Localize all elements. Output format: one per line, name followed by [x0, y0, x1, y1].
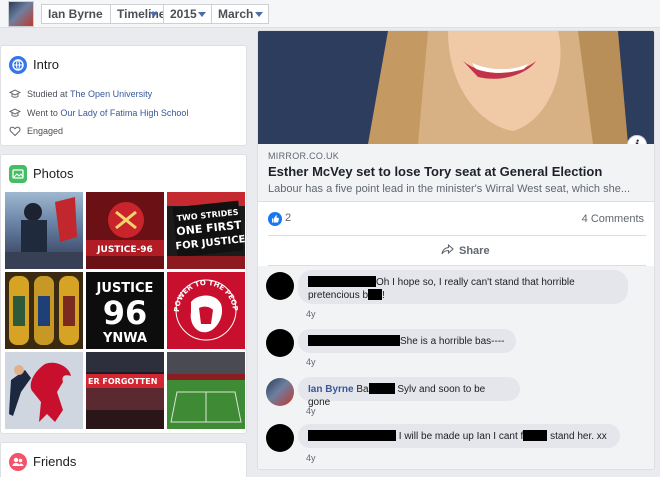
studied-prefix: Studied at — [27, 89, 68, 99]
comment-timestamp[interactable]: 4y — [306, 453, 316, 463]
avatar[interactable] — [266, 329, 294, 357]
link-description: Labour has a five point lead in the mini… — [268, 183, 631, 195]
redacted-name — [308, 335, 400, 346]
photo-tile[interactable]: JUSTICE 96 YNWA — [86, 272, 164, 349]
comment-timestamp[interactable]: 4y — [306, 309, 316, 319]
link-title[interactable]: Esther McVey set to lose Tory seat at Ge… — [268, 164, 602, 179]
month-dropdown[interactable]: March — [211, 4, 269, 24]
university-link[interactable]: The Open University — [70, 89, 152, 99]
photo-tile[interactable]: TWO STRIDES ONE FIRST FOR JUSTICE — [167, 192, 245, 269]
photo-tile[interactable] — [5, 192, 83, 269]
photos-card: Photos JUSTICE-96 TWO STRIDES ONE FIRST FO… — [0, 154, 247, 434]
profile-avatar[interactable] — [8, 1, 34, 27]
avatar[interactable] — [266, 272, 294, 300]
photos-icon — [9, 165, 27, 183]
redacted-name — [308, 430, 396, 441]
comment-text: She is a horrible bas---- — [400, 336, 505, 347]
went-prefix: Went to — [27, 108, 58, 118]
redacted-word — [368, 383, 395, 394]
friends-icon — [9, 453, 27, 471]
friends-card: Friends — [0, 442, 247, 477]
link-preview[interactable]: MIRROR.CO.UK Esther McVey set to lose To… — [258, 144, 654, 202]
shared-link-post: i MIRROR.CO.UK Esther McVey set to lose … — [257, 30, 655, 470]
intro-card: Intro Studied at The Open University Wen… — [0, 45, 247, 146]
link-domain: MIRROR.CO.UK — [268, 151, 340, 161]
intro-relationship: Engaged — [9, 125, 63, 137]
heart-icon — [9, 125, 21, 137]
redacted-name — [308, 276, 376, 287]
comment-text: I will be made up Ian I cant f — [398, 431, 524, 442]
school-link[interactable]: Our Lady of Fatima High School — [60, 108, 188, 118]
globe-icon — [9, 56, 27, 74]
redacted-word — [523, 430, 548, 441]
comment-bubble: She is a horrible bas---- — [298, 329, 516, 353]
forgotten-text: ER FORGOTTEN — [88, 377, 157, 386]
comment-count[interactable]: 4 Comments — [582, 213, 644, 225]
month-dropdown-label: March — [218, 7, 254, 21]
thumbs-up-icon[interactable] — [268, 212, 282, 226]
friends-title: Friends — [33, 454, 77, 469]
intro-education-school: Went to Our Lady of Fatima High School — [8, 107, 188, 119]
chevron-down-icon — [255, 12, 263, 17]
intro-education-university: Studied at The Open University — [8, 88, 152, 100]
comment-text: Oh I hope so, I really can't stand that … — [376, 277, 575, 288]
justice96-banner-text: JUSTICE-96 — [96, 245, 153, 255]
comment-bubble: I will be made up Ian I cant f stand her… — [298, 424, 620, 448]
photos-title: Photos — [33, 166, 74, 181]
reactions-bar: 2 4 Comments — [258, 202, 654, 234]
share-button[interactable]: Share — [441, 243, 490, 258]
graduation-cap-icon — [8, 88, 22, 100]
like-count[interactable]: 2 — [285, 212, 291, 224]
comment-text: Ba — [356, 384, 369, 395]
comment-timestamp[interactable]: 4y — [306, 357, 316, 367]
profile-name-button[interactable]: Ian Byrne — [41, 4, 111, 24]
comment-text: ! — [382, 290, 385, 301]
redacted-word — [368, 289, 383, 300]
share-icon — [441, 243, 454, 258]
timeline-dropdown[interactable]: Timeline — [110, 4, 166, 24]
link-preview-image[interactable]: i — [258, 31, 654, 144]
profile-name-label: Ian Byrne — [48, 7, 103, 21]
action-bar: Share — [268, 235, 646, 266]
ynwa-text: YNWA — [102, 331, 147, 346]
photo-tile[interactable]: POWER TO THE PEOPLE — [167, 272, 245, 349]
photos-grid: JUSTICE-96 TWO STRIDES ONE FIRST FOR JUSTI… — [5, 192, 245, 429]
comment-text: pretencious b — [308, 290, 369, 301]
photo-tile[interactable]: JUSTICE-96 — [86, 192, 164, 269]
avatar[interactable] — [266, 378, 294, 406]
timeline-dropdown-label: Timeline — [117, 7, 166, 21]
photo-tile[interactable] — [5, 272, 83, 349]
graduation-cap-icon — [8, 107, 22, 119]
comment-bubble: Oh I hope so, I really can't stand that … — [298, 270, 628, 304]
share-label: Share — [459, 245, 490, 257]
relationship-status: Engaged — [27, 126, 64, 136]
photo-tile[interactable]: ER FORGOTTEN — [86, 352, 164, 429]
comment-timestamp[interactable]: 4y — [306, 406, 316, 416]
intro-title: Intro — [33, 57, 60, 72]
comments-section: Oh I hope so, I really can't stand that … — [258, 266, 654, 469]
year-dropdown[interactable]: 2015 — [163, 4, 212, 24]
photo-tile[interactable] — [167, 352, 245, 429]
timeline-navigation-bar: Ian Byrne Timeline 2015 March — [0, 0, 660, 28]
year-dropdown-label: 2015 — [170, 7, 197, 21]
commenter-name[interactable]: Ian Byrne — [308, 384, 354, 395]
photo-tile[interactable] — [5, 352, 83, 429]
comment-text: stand her. xx — [547, 431, 607, 442]
avatar[interactable] — [266, 424, 294, 452]
chevron-down-icon — [150, 12, 158, 17]
ninety-six-text: 96 — [103, 294, 148, 332]
chevron-down-icon — [198, 12, 206, 17]
comment-bubble: Ian Byrne Ba Sylv and soon to be gone — [298, 377, 520, 408]
